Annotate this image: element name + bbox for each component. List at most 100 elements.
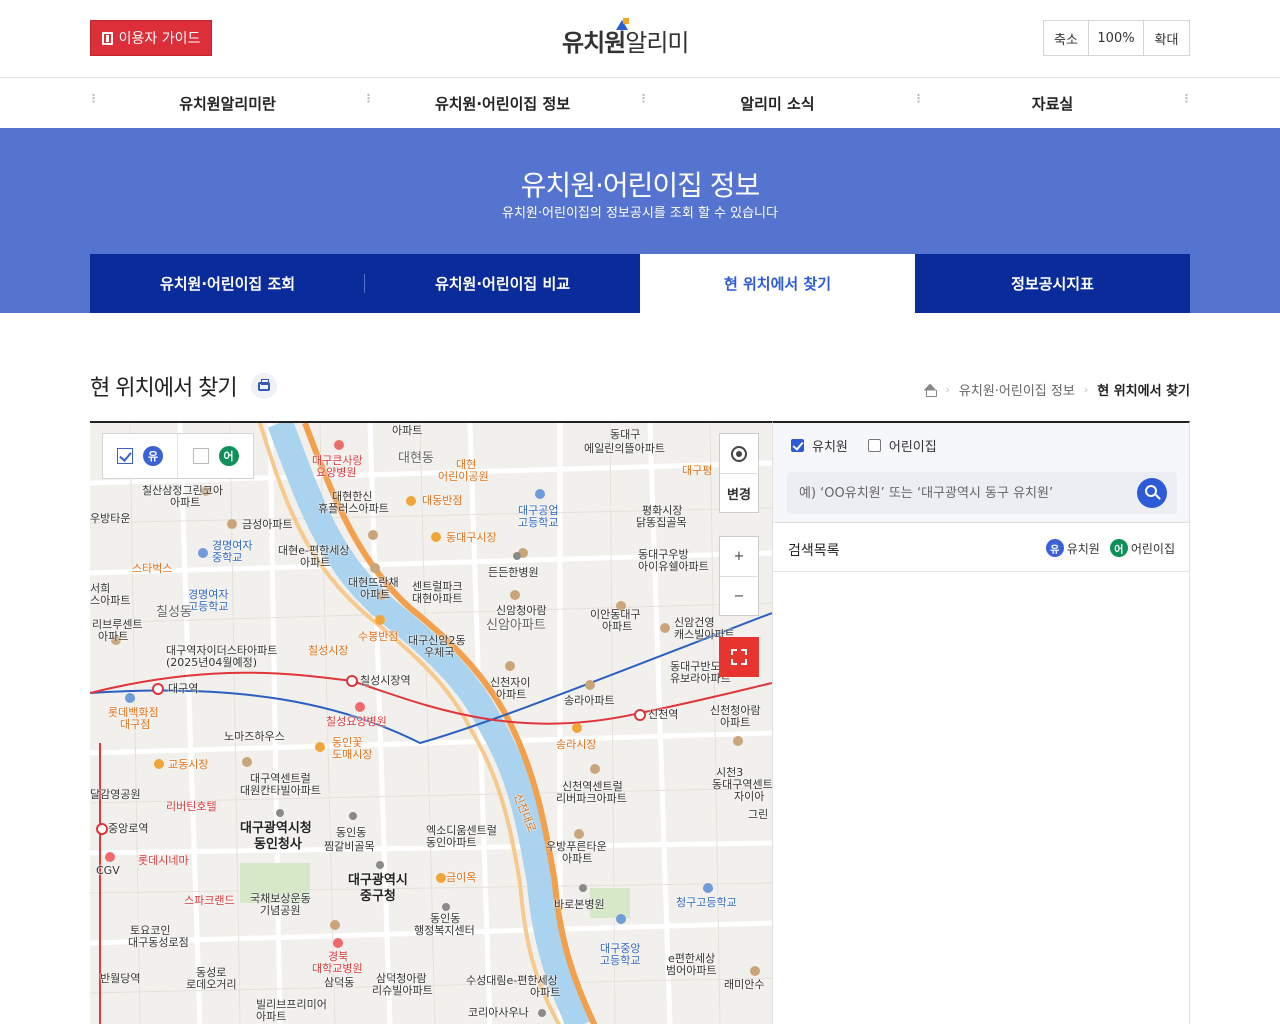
map-label: 요양병원: [316, 466, 357, 479]
search-icon-handle: [1155, 494, 1161, 500]
map-label: 아이유쉘아파트: [638, 560, 709, 573]
site-logo[interactable]: 유치원 알리미: [562, 18, 690, 58]
map-label: 동인동: [336, 826, 367, 839]
daycare-checkbox[interactable]: 어린이집: [867, 436, 937, 455]
map-label: 든든한병원: [488, 566, 539, 579]
search-button[interactable]: [1137, 478, 1167, 508]
map-label: 기념공원: [260, 904, 301, 917]
home-icon[interactable]: [924, 384, 937, 397]
nav-item-library[interactable]: 자료실 ⋮: [913, 78, 1192, 128]
daycare-badge: 어: [218, 446, 239, 466]
map-label: 아파트: [170, 496, 201, 509]
user-guide-label: 이용자 가이드: [118, 31, 201, 47]
logo-text-light: 알리미: [625, 29, 689, 57]
map-label: 리버틴호텔: [166, 800, 217, 813]
map-label: 대구점: [120, 718, 151, 731]
map-label: 고등학교: [518, 516, 559, 529]
zoom-control: + −: [719, 536, 759, 616]
map-label: 스타벅스: [132, 562, 173, 575]
map-label: 대구동성로점: [128, 936, 189, 949]
checkbox-empty-icon: [192, 448, 209, 464]
breadcrumb-item[interactable]: 유치원·어린이집 정보: [959, 380, 1075, 399]
map-label: CGV: [96, 864, 120, 877]
current-location-button[interactable]: [720, 434, 758, 473]
map-label: 휴플러스아파트: [318, 502, 389, 515]
map-label: 금성아파트: [242, 518, 293, 531]
station-marker[interactable]: [152, 683, 164, 695]
breadcrumb: › 유치원·어린이집 정보 › 현 위치에서 찾기: [924, 380, 1190, 399]
map-label: 아파트: [98, 630, 129, 643]
map-label: 대동반점: [422, 494, 463, 507]
main-nav: 유치원알리미란 유치원·어린이집 정보 알리미 소식 자료실 ⋮: [88, 78, 1192, 128]
map-label: 칠성시장역: [360, 674, 411, 687]
map-label: 범어아파트: [666, 964, 717, 977]
map-label: 반월당역: [100, 972, 141, 985]
map-zoom-in-button[interactable]: +: [720, 537, 758, 576]
nav-item-news[interactable]: 알리미 소식: [638, 78, 915, 128]
nav-item-info[interactable]: 유치원·어린이집 정보: [363, 78, 640, 128]
checkbox-checked-icon: [791, 439, 804, 452]
daycare-filter-toggle[interactable]: 어: [178, 434, 253, 478]
zoom-level[interactable]: 100%: [1089, 21, 1144, 55]
station-marker[interactable]: [96, 823, 108, 835]
zoom-in-button[interactable]: 확대: [1144, 21, 1189, 55]
map-type-filter: 유 어: [102, 433, 254, 479]
breadcrumb-current: 현 위치에서 찾기: [1097, 384, 1190, 399]
logo-flag-icon: [623, 18, 629, 24]
map-label: 대구광역시청: [240, 821, 312, 836]
location-control: 변경: [719, 433, 759, 513]
station-marker[interactable]: [346, 675, 358, 687]
map-zoom-out-button[interactable]: −: [720, 576, 758, 615]
map-label: 대구평: [682, 464, 713, 477]
search-panel: 유치원 어린이집 검색목록 유 유치원 어 어린이집: [772, 421, 1190, 1024]
map-label: 청구고등학교: [676, 896, 737, 909]
map-label: 고등학교: [600, 954, 641, 967]
map-label: 아파트: [256, 1010, 287, 1023]
tab-indicators[interactable]: 정보공시지표: [915, 254, 1190, 313]
chevron-right-icon: ›: [945, 383, 950, 396]
map-label: 중앙로역: [108, 822, 149, 835]
map-label: 우방타운: [90, 512, 131, 525]
map-label: 동인청사: [254, 837, 302, 852]
station-marker[interactable]: [634, 709, 646, 721]
kindergarten-filter-toggle[interactable]: 유: [103, 434, 178, 478]
print-button[interactable]: [251, 373, 277, 399]
legend-daycare: 어 어린이집: [1109, 539, 1175, 557]
checkbox-empty-icon: [867, 439, 881, 452]
map-label: 스아파트: [90, 594, 131, 607]
nav-item-about[interactable]: 유치원알리미란: [88, 78, 365, 128]
search-filter-area: 유치원 어린이집: [773, 423, 1189, 523]
checkbox-checked-icon: [117, 448, 133, 464]
map-label: 수봉반점: [358, 630, 399, 643]
map-label: 노마즈하우스: [224, 730, 285, 743]
user-guide-button[interactable]: 이용자 가이드: [90, 20, 212, 56]
map-label: 바로본병원: [554, 898, 605, 911]
map-label: (2025년04월예정): [166, 656, 258, 669]
zoom-controls: 축소 100% 확대: [1043, 20, 1190, 56]
daycare-badge: 어: [1109, 539, 1128, 557]
result-legend: 유 유치원 어 어린이집: [1045, 539, 1175, 557]
kindergarten-checkbox[interactable]: 유치원: [791, 436, 848, 455]
search-input[interactable]: [799, 472, 1139, 514]
map-view[interactable]: 아파트 동대구 에일린의뜰아파트 대구큰사랑 요양병원 대현동 대현 어린이공원…: [90, 421, 772, 1024]
map-label: 칠성요양병원: [326, 715, 387, 728]
legend-kindergarten: 유 유치원: [1045, 539, 1100, 557]
map-label: 송라아파트: [564, 694, 615, 707]
zoom-out-button[interactable]: 축소: [1044, 21, 1089, 55]
change-location-button[interactable]: 변경: [720, 473, 758, 512]
nav-divider-icon: ⋮: [1181, 92, 1192, 105]
top-header: 이용자 가이드 유치원 알리미 축소 100% 확대: [0, 0, 1280, 78]
legend-kindergarten-label: 유치원: [1066, 541, 1100, 556]
nav-item-library-label: 자료실: [1031, 94, 1074, 113]
logo-text-bold: 유치원: [562, 29, 626, 57]
tab-nearby[interactable]: 현 위치에서 찾기: [640, 254, 915, 313]
tab-search[interactable]: 유치원·어린이집 조회: [90, 254, 365, 313]
map-label: 동대구: [610, 428, 641, 441]
map-label: 중학교: [212, 551, 243, 564]
fullscreen-button[interactable]: [719, 637, 759, 677]
map-label: 아파트: [360, 588, 391, 601]
fullscreen-icon: [731, 649, 747, 665]
hero-banner: 유치원·어린이집 정보 유치원·어린이집의 정보공시를 조회 할 수 있습니다 …: [0, 128, 1280, 313]
tab-compare[interactable]: 유치원·어린이집 비교: [365, 254, 640, 313]
map-label: 달감영공원: [90, 788, 141, 801]
